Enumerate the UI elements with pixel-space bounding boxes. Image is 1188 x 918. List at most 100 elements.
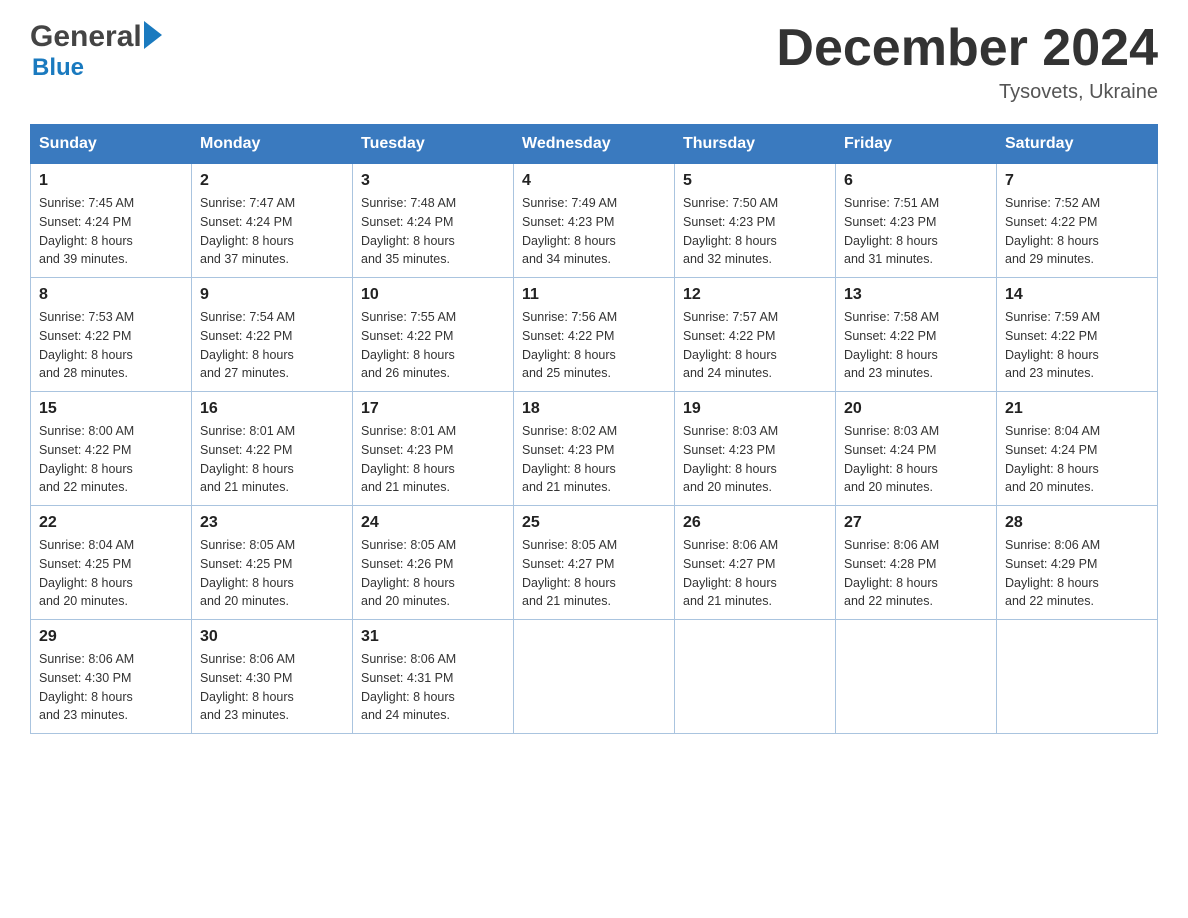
day-number: 22 — [39, 514, 183, 532]
day-number: 13 — [844, 286, 988, 304]
weekday-header-wednesday: Wednesday — [514, 125, 675, 164]
calendar-cell: 25 Sunrise: 8:05 AM Sunset: 4:27 PM Dayl… — [514, 506, 675, 620]
calendar-cell: 24 Sunrise: 8:05 AM Sunset: 4:26 PM Dayl… — [353, 506, 514, 620]
logo-blue-text: Blue — [32, 54, 84, 82]
calendar-cell: 21 Sunrise: 8:04 AM Sunset: 4:24 PM Dayl… — [997, 392, 1158, 506]
logo-general-text: General — [30, 20, 142, 54]
day-number: 28 — [1005, 514, 1149, 532]
day-number: 10 — [361, 286, 505, 304]
weekday-header-thursday: Thursday — [675, 125, 836, 164]
day-number: 5 — [683, 172, 827, 190]
day-info: Sunrise: 8:02 AM Sunset: 4:23 PM Dayligh… — [522, 422, 666, 497]
calendar-week-row: 1 Sunrise: 7:45 AM Sunset: 4:24 PM Dayli… — [31, 164, 1158, 278]
page-header: General Blue December 2024 Tysovets, Ukr… — [30, 20, 1158, 104]
weekday-header-friday: Friday — [836, 125, 997, 164]
calendar-cell: 10 Sunrise: 7:55 AM Sunset: 4:22 PM Dayl… — [353, 278, 514, 392]
day-number: 7 — [1005, 172, 1149, 190]
calendar-cell: 11 Sunrise: 7:56 AM Sunset: 4:22 PM Dayl… — [514, 278, 675, 392]
calendar-cell: 15 Sunrise: 8:00 AM Sunset: 4:22 PM Dayl… — [31, 392, 192, 506]
day-number: 24 — [361, 514, 505, 532]
day-number: 29 — [39, 628, 183, 646]
calendar-week-row: 8 Sunrise: 7:53 AM Sunset: 4:22 PM Dayli… — [31, 278, 1158, 392]
day-info: Sunrise: 8:03 AM Sunset: 4:24 PM Dayligh… — [844, 422, 988, 497]
month-title: December 2024 — [776, 20, 1158, 77]
day-number: 11 — [522, 286, 666, 304]
calendar-cell: 23 Sunrise: 8:05 AM Sunset: 4:25 PM Dayl… — [192, 506, 353, 620]
day-number: 27 — [844, 514, 988, 532]
calendar-week-row: 22 Sunrise: 8:04 AM Sunset: 4:25 PM Dayl… — [31, 506, 1158, 620]
day-info: Sunrise: 8:04 AM Sunset: 4:25 PM Dayligh… — [39, 536, 183, 611]
day-info: Sunrise: 7:52 AM Sunset: 4:22 PM Dayligh… — [1005, 194, 1149, 269]
day-number: 19 — [683, 400, 827, 418]
calendar-week-row: 15 Sunrise: 8:00 AM Sunset: 4:22 PM Dayl… — [31, 392, 1158, 506]
day-info: Sunrise: 8:03 AM Sunset: 4:23 PM Dayligh… — [683, 422, 827, 497]
day-number: 3 — [361, 172, 505, 190]
calendar-cell: 14 Sunrise: 7:59 AM Sunset: 4:22 PM Dayl… — [997, 278, 1158, 392]
calendar-cell: 5 Sunrise: 7:50 AM Sunset: 4:23 PM Dayli… — [675, 164, 836, 278]
calendar-cell: 9 Sunrise: 7:54 AM Sunset: 4:22 PM Dayli… — [192, 278, 353, 392]
day-info: Sunrise: 8:06 AM Sunset: 4:29 PM Dayligh… — [1005, 536, 1149, 611]
calendar-cell: 22 Sunrise: 8:04 AM Sunset: 4:25 PM Dayl… — [31, 506, 192, 620]
day-info: Sunrise: 7:53 AM Sunset: 4:22 PM Dayligh… — [39, 308, 183, 383]
day-info: Sunrise: 8:06 AM Sunset: 4:30 PM Dayligh… — [39, 650, 183, 725]
day-info: Sunrise: 7:59 AM Sunset: 4:22 PM Dayligh… — [1005, 308, 1149, 383]
weekday-header-saturday: Saturday — [997, 125, 1158, 164]
day-number: 1 — [39, 172, 183, 190]
day-info: Sunrise: 7:54 AM Sunset: 4:22 PM Dayligh… — [200, 308, 344, 383]
day-number: 6 — [844, 172, 988, 190]
calendar-cell — [836, 620, 997, 734]
title-area: December 2024 Tysovets, Ukraine — [776, 20, 1158, 104]
calendar-cell: 26 Sunrise: 8:06 AM Sunset: 4:27 PM Dayl… — [675, 506, 836, 620]
day-info: Sunrise: 7:47 AM Sunset: 4:24 PM Dayligh… — [200, 194, 344, 269]
calendar-cell — [675, 620, 836, 734]
calendar-cell: 16 Sunrise: 8:01 AM Sunset: 4:22 PM Dayl… — [192, 392, 353, 506]
day-info: Sunrise: 8:05 AM Sunset: 4:25 PM Dayligh… — [200, 536, 344, 611]
day-info: Sunrise: 7:48 AM Sunset: 4:24 PM Dayligh… — [361, 194, 505, 269]
calendar-cell: 2 Sunrise: 7:47 AM Sunset: 4:24 PM Dayli… — [192, 164, 353, 278]
calendar-cell: 20 Sunrise: 8:03 AM Sunset: 4:24 PM Dayl… — [836, 392, 997, 506]
weekday-header-sunday: Sunday — [31, 125, 192, 164]
day-info: Sunrise: 8:04 AM Sunset: 4:24 PM Dayligh… — [1005, 422, 1149, 497]
day-number: 2 — [200, 172, 344, 190]
day-info: Sunrise: 8:05 AM Sunset: 4:26 PM Dayligh… — [361, 536, 505, 611]
day-number: 21 — [1005, 400, 1149, 418]
calendar-cell: 13 Sunrise: 7:58 AM Sunset: 4:22 PM Dayl… — [836, 278, 997, 392]
logo: General Blue — [30, 20, 162, 82]
day-number: 26 — [683, 514, 827, 532]
day-number: 18 — [522, 400, 666, 418]
calendar-cell: 29 Sunrise: 8:06 AM Sunset: 4:30 PM Dayl… — [31, 620, 192, 734]
day-info: Sunrise: 8:06 AM Sunset: 4:27 PM Dayligh… — [683, 536, 827, 611]
day-info: Sunrise: 8:01 AM Sunset: 4:23 PM Dayligh… — [361, 422, 505, 497]
logo-triangle-icon — [144, 21, 162, 49]
day-number: 16 — [200, 400, 344, 418]
calendar-cell: 18 Sunrise: 8:02 AM Sunset: 4:23 PM Dayl… — [514, 392, 675, 506]
day-info: Sunrise: 7:49 AM Sunset: 4:23 PM Dayligh… — [522, 194, 666, 269]
day-info: Sunrise: 8:06 AM Sunset: 4:31 PM Dayligh… — [361, 650, 505, 725]
day-number: 4 — [522, 172, 666, 190]
calendar-cell: 6 Sunrise: 7:51 AM Sunset: 4:23 PM Dayli… — [836, 164, 997, 278]
calendar-cell: 30 Sunrise: 8:06 AM Sunset: 4:30 PM Dayl… — [192, 620, 353, 734]
day-number: 20 — [844, 400, 988, 418]
day-number: 31 — [361, 628, 505, 646]
weekday-header-monday: Monday — [192, 125, 353, 164]
calendar-table: SundayMondayTuesdayWednesdayThursdayFrid… — [30, 124, 1158, 734]
calendar-week-row: 29 Sunrise: 8:06 AM Sunset: 4:30 PM Dayl… — [31, 620, 1158, 734]
day-number: 12 — [683, 286, 827, 304]
day-number: 14 — [1005, 286, 1149, 304]
day-info: Sunrise: 7:51 AM Sunset: 4:23 PM Dayligh… — [844, 194, 988, 269]
calendar-cell: 7 Sunrise: 7:52 AM Sunset: 4:22 PM Dayli… — [997, 164, 1158, 278]
day-number: 25 — [522, 514, 666, 532]
day-number: 30 — [200, 628, 344, 646]
calendar-cell: 8 Sunrise: 7:53 AM Sunset: 4:22 PM Dayli… — [31, 278, 192, 392]
day-number: 17 — [361, 400, 505, 418]
day-info: Sunrise: 8:00 AM Sunset: 4:22 PM Dayligh… — [39, 422, 183, 497]
day-info: Sunrise: 8:01 AM Sunset: 4:22 PM Dayligh… — [200, 422, 344, 497]
calendar-cell: 3 Sunrise: 7:48 AM Sunset: 4:24 PM Dayli… — [353, 164, 514, 278]
calendar-cell: 19 Sunrise: 8:03 AM Sunset: 4:23 PM Dayl… — [675, 392, 836, 506]
day-info: Sunrise: 7:58 AM Sunset: 4:22 PM Dayligh… — [844, 308, 988, 383]
calendar-cell — [997, 620, 1158, 734]
calendar-cell — [514, 620, 675, 734]
calendar-cell: 27 Sunrise: 8:06 AM Sunset: 4:28 PM Dayl… — [836, 506, 997, 620]
calendar-cell: 31 Sunrise: 8:06 AM Sunset: 4:31 PM Dayl… — [353, 620, 514, 734]
day-info: Sunrise: 7:50 AM Sunset: 4:23 PM Dayligh… — [683, 194, 827, 269]
